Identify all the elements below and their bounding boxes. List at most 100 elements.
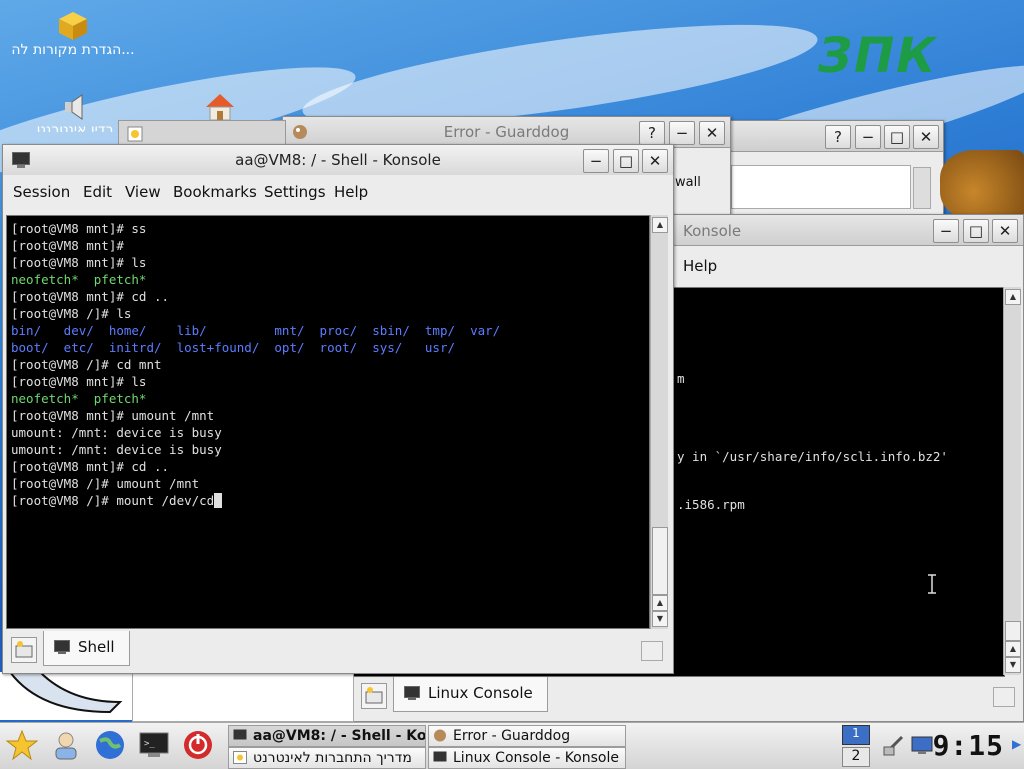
terminal-line: [root@VM8 /]# cd mnt (11, 357, 162, 372)
pager-desktop-1[interactable]: 1 (842, 725, 870, 745)
network-tray-icon[interactable] (882, 733, 906, 757)
linux-console-tabbar: Linux Console (353, 677, 1023, 717)
task-label: Linux Console - Konsole (453, 750, 619, 766)
display-tray-icon[interactable] (910, 733, 934, 757)
terminal-line: [root@VM8 mnt]# ls (11, 374, 147, 389)
task-label: Error - Guarddog (453, 728, 571, 744)
clock[interactable]: 9:15 (933, 729, 1004, 762)
text-area[interactable] (731, 165, 911, 209)
user-icon[interactable] (50, 729, 82, 761)
scroll-up-arrow[interactable]: ▲ (652, 217, 668, 233)
taskbar-task-guarddog[interactable]: Error - Guarddog (428, 725, 626, 747)
maximize-button[interactable]: □ (613, 149, 639, 173)
tab-linux-console[interactable]: Linux Console (393, 677, 548, 712)
taskbar-task-shell[interactable]: aa@VM8: / - Shell - Konsole (228, 725, 426, 747)
menu-bookmarks[interactable]: Bookmarks (173, 183, 257, 201)
close-session-button[interactable] (641, 641, 663, 661)
pager-desktop-2[interactable]: 2 (842, 747, 870, 767)
menu-help[interactable]: Help (683, 257, 717, 275)
menu-view[interactable]: View (125, 183, 161, 201)
new-session-icon (365, 687, 383, 704)
terminal-cursor (214, 493, 223, 508)
close-button[interactable]: ✕ (642, 149, 668, 173)
close-button[interactable]: ✕ (913, 125, 939, 149)
shell-terminal[interactable]: [root@VM8 mnt]# ss [root@VM8 mnt]# [root… (6, 215, 650, 629)
taskbar-task-internet-guide[interactable]: מדריך התחברות לאינטרנט (228, 747, 426, 769)
terminal-line: neofetch* pfetch* (11, 272, 147, 287)
terminal-line: .i586.rpm (677, 497, 745, 512)
taskbar-arrow-icon[interactable]: ▶ (1012, 737, 1021, 751)
desktop-icon-label: רדיו אינטרנט (36, 122, 114, 132)
terminal-line: [root@VM8 /]# ls (11, 306, 132, 321)
shell-window[interactable]: aa@VM8: / - Shell - Konsole − □ ✕ Sessio… (2, 144, 674, 674)
minimize-button[interactable]: − (583, 149, 609, 173)
help-button[interactable]: ? (639, 121, 665, 145)
terminal-icon (404, 686, 420, 700)
tab-shell[interactable]: Shell (43, 631, 130, 666)
maximize-button[interactable]: □ (963, 219, 989, 243)
new-session-icon (15, 641, 33, 658)
tab-label: Shell (78, 638, 115, 656)
speaker-icon (65, 94, 83, 120)
menu-help[interactable]: Help (334, 183, 368, 201)
background-window[interactable]: ? − □ ✕ (730, 120, 944, 217)
terminal-line: [root@VM8 mnt]# umount /mnt (11, 408, 215, 423)
background-window-titlebar[interactable]: ? − □ ✕ (731, 121, 943, 152)
taskbar: >_ aa@VM8: / - Shell - Konsole Error - G… (0, 722, 1024, 769)
maximize-button[interactable]: □ (884, 125, 910, 149)
scroll-thumb[interactable] (652, 527, 668, 595)
scroll-down-arrow[interactable]: ▼ (652, 611, 668, 627)
task-label: מדריך התחברות לאינטרנט (253, 750, 412, 766)
shutdown-icon[interactable] (182, 729, 214, 761)
minimize-button[interactable]: − (669, 121, 695, 145)
scrollbar[interactable] (913, 167, 931, 209)
shell-menubar: Session Edit View Bookmarks Settings Hel… (3, 175, 673, 207)
desktop-icon-sources[interactable]: הגדרת מקורות לה... (8, 10, 138, 58)
minimize-button[interactable]: − (933, 219, 959, 243)
task-label: aa@VM8: / - Shell - Konsole (253, 728, 426, 744)
window-icon (127, 126, 143, 142)
window-icon (233, 751, 247, 764)
terminal-line: m (677, 371, 685, 386)
scroll-up-arrow[interactable]: ▲ (1005, 289, 1021, 305)
terminal-icon (54, 640, 70, 654)
desktop-pager[interactable]: 1 2 (838, 725, 874, 767)
scroll-down-arrow[interactable]: ▼ (1005, 657, 1021, 673)
close-button[interactable]: ✕ (699, 121, 725, 145)
desktop-icon-label: הגדרת מקורות לה... (11, 42, 135, 58)
window-title: aa@VM8: / - Shell - Konsole (235, 151, 441, 169)
taskbar-task-linux-console[interactable]: Linux Console - Konsole (428, 747, 626, 769)
shell-titlebar[interactable]: aa@VM8: / - Shell - Konsole − □ ✕ (3, 145, 673, 176)
tab-label: Linux Console (428, 684, 533, 702)
close-button[interactable]: ✕ (992, 219, 1018, 243)
terminal-line: bin/ dev/ home/ lib/ mnt/ proc/ sbin/ tm… (11, 323, 501, 338)
help-button[interactable]: ? (825, 125, 851, 149)
scroll-thumb[interactable] (1005, 621, 1021, 641)
scroll-up-arrow[interactable]: ▲ (652, 595, 668, 611)
menu-session[interactable]: Session (13, 183, 70, 201)
scroll-up-arrow[interactable]: ▲ (1005, 641, 1021, 657)
new-session-button[interactable] (11, 637, 37, 663)
terminal-line: [root@VM8 /]# umount /mnt (11, 476, 200, 491)
terminal-line: [root@VM8 mnt]# cd .. (11, 289, 170, 304)
menu-edit[interactable]: Edit (83, 183, 112, 201)
terminal-line: neofetch* pfetch* (11, 391, 147, 406)
terminal-line: boot/ etc/ initrd/ lost+found/ opt/ root… (11, 340, 456, 355)
menu-settings[interactable]: Settings (264, 183, 326, 201)
shell-scrollbar[interactable]: ▲ ▲ ▼ (650, 215, 668, 629)
wallpaper-mascot-bottom (0, 671, 132, 720)
terminal-line: [root@VM8 mnt]# (11, 238, 124, 253)
terminal-line: [root@VM8 mnt]# cd .. (11, 459, 170, 474)
guarddog-partial-text: wall (675, 175, 701, 190)
linux-console-scrollbar[interactable]: ▲ ▲ ▼ (1003, 287, 1021, 675)
desktop-logo: ЗПК (818, 28, 938, 84)
close-session-button[interactable] (993, 687, 1015, 707)
start-menu-icon[interactable] (6, 729, 38, 761)
terminal-line: y in `/usr/share/info/scli.info.bz2' (677, 449, 948, 464)
terminal-launcher-icon[interactable]: >_ (138, 729, 170, 761)
terminal-line: [root@VM8 /]# mount /dev/cd (11, 493, 215, 508)
desktop-icon-radio[interactable]: רדיו אינטרנט (20, 92, 130, 132)
new-session-button[interactable] (361, 683, 387, 709)
browser-globe-icon[interactable] (94, 729, 126, 761)
minimize-button[interactable]: − (855, 125, 881, 149)
